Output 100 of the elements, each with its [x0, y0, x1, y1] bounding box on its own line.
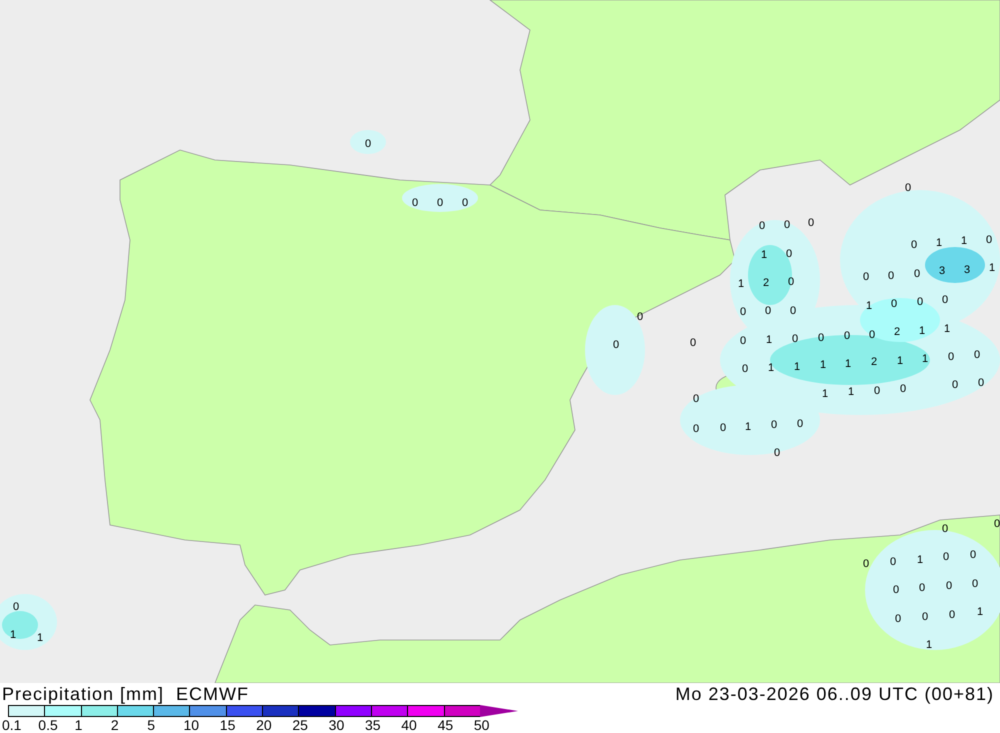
map-value-label: 0 — [770, 419, 778, 431]
map-value-label: 0 — [758, 220, 766, 232]
legend-tick-label: 0.1 — [2, 717, 22, 733]
legend-tick-label: 15 — [220, 717, 236, 733]
map-value-label: 0 — [844, 330, 850, 342]
map-value-label: 0 — [914, 268, 920, 280]
map-value-label: 0 — [786, 248, 792, 260]
map-value-label: 3 — [938, 265, 946, 277]
map-value-label: 0 — [412, 197, 418, 209]
map-value-label: 0 — [462, 197, 468, 209]
map-value-label: 1 — [922, 353, 928, 365]
map-value-label: 1 — [766, 334, 772, 346]
map-value-label: 1 — [918, 325, 926, 337]
legend-tick-label: 2 — [110, 717, 119, 733]
map-value-label: 0 — [364, 138, 372, 150]
map-value-label: 0 — [916, 296, 924, 308]
map-value-label: 0 — [974, 349, 980, 361]
map-value-label: 0 — [890, 298, 898, 310]
map-value-label: 0 — [742, 363, 748, 375]
map-value-label: 0 — [792, 333, 798, 345]
map-value-label: 0 — [910, 239, 918, 251]
legend-tick-label: 30 — [328, 717, 344, 733]
map-value-label: 1 — [820, 359, 826, 371]
map-value-label: 1 — [738, 278, 744, 290]
map-value-label: 0 — [740, 306, 746, 318]
map-value-label: 0 — [894, 613, 902, 625]
map-value-label: 0 — [918, 582, 926, 594]
map-value-label: 0 — [796, 418, 804, 430]
map-value-label: 1 — [36, 632, 44, 644]
map-value-label: 0 — [986, 234, 992, 246]
map-value-label: 1 — [10, 629, 16, 641]
map-value-label: 1 — [988, 262, 996, 274]
map-value-label: 0 — [922, 611, 928, 623]
map-value-label: 0 — [818, 332, 824, 344]
map-value-label: 0 — [690, 337, 696, 349]
map-value-label: 0 — [900, 383, 906, 395]
map-value-label: 1 — [844, 358, 852, 370]
map-value-label: 0 — [942, 551, 950, 563]
map-value-label: 0 — [946, 580, 952, 592]
map-value-label: 0 — [888, 270, 894, 282]
map-value-label: 3 — [964, 264, 970, 276]
map-value-label: 0 — [994, 518, 1000, 530]
map-value-label: 1 — [936, 237, 942, 249]
map-value-label: 0 — [874, 385, 880, 397]
map-value-label: 0 — [862, 558, 870, 570]
legend-title: Precipitation [mm] — [2, 683, 164, 705]
legend-tick-label: 10 — [183, 717, 200, 733]
map-value-label: 1 — [896, 355, 904, 367]
legend-tick-label: 25 — [292, 717, 308, 733]
map-value-label: 0 — [790, 305, 796, 317]
map-value-label: 0 — [948, 609, 956, 621]
map-value-label: 0 — [808, 217, 814, 229]
map-value-label: 0 — [12, 601, 20, 613]
map-value-label: 1 — [944, 323, 950, 335]
model-name: ECMWF — [176, 683, 250, 705]
map-value-label: 1 — [960, 235, 968, 247]
legend-arrow-icon — [480, 705, 518, 717]
map-value-label: 0 — [948, 351, 954, 363]
legend-tick-label: 0.5 — [38, 717, 58, 733]
map-value-label: 0 — [740, 335, 746, 347]
map-value-label: 2 — [894, 326, 900, 338]
map-value-label: 0 — [972, 578, 978, 590]
map-value-label: 0 — [862, 271, 870, 283]
legend-tick-label: 35 — [364, 717, 381, 733]
map-value-label: 0 — [788, 276, 794, 288]
map-value-label: 0 — [764, 305, 772, 317]
legend-tick-label: 20 — [256, 717, 272, 733]
map-value-label: 0 — [978, 377, 984, 389]
map-value-label: 1 — [794, 361, 800, 373]
map-value-label: 1 — [744, 421, 752, 433]
valid-time: Mo 23-03-2026 06..09 UTC (00+81) — [675, 683, 994, 705]
map-value-label: 0 — [636, 311, 644, 323]
map-value-label: 0 — [436, 197, 444, 209]
map-value-label: 0 — [784, 219, 790, 231]
map-value-label: 0 — [774, 447, 780, 459]
map-value-label: 1 — [768, 362, 774, 374]
map-value-label: 0 — [942, 294, 948, 306]
map-value-label: 1 — [760, 249, 768, 261]
map-value-label: 2 — [762, 277, 770, 289]
map-value-label: 1 — [976, 606, 984, 618]
map-value-label: 0 — [952, 379, 958, 391]
map-value-label: 1 — [848, 386, 854, 398]
legend-tick-label: 40 — [401, 717, 417, 733]
map-value-label: 0 — [692, 393, 700, 405]
map-value-label: 0 — [612, 339, 620, 351]
map-value-label: 1 — [916, 554, 924, 566]
map-value-label: 0 — [942, 523, 948, 535]
map-value-label: 0 — [892, 584, 900, 596]
map-value-label: 0 — [692, 423, 700, 435]
legend-tick-label: 1 — [74, 717, 82, 733]
legend-tick-label: 5 — [147, 717, 155, 733]
legend-tick-label: 50 — [474, 717, 490, 733]
map-value-label: 0 — [904, 182, 912, 194]
map-value-label: 2 — [870, 356, 878, 368]
map-value-label: 1 — [926, 639, 932, 651]
map-value-label: 1 — [866, 300, 872, 312]
map-value-label: 0 — [890, 556, 896, 568]
legend-tick-label: 45 — [438, 717, 454, 733]
map-value-label: 0 — [868, 329, 876, 341]
map-value-label: 1 — [822, 388, 828, 400]
